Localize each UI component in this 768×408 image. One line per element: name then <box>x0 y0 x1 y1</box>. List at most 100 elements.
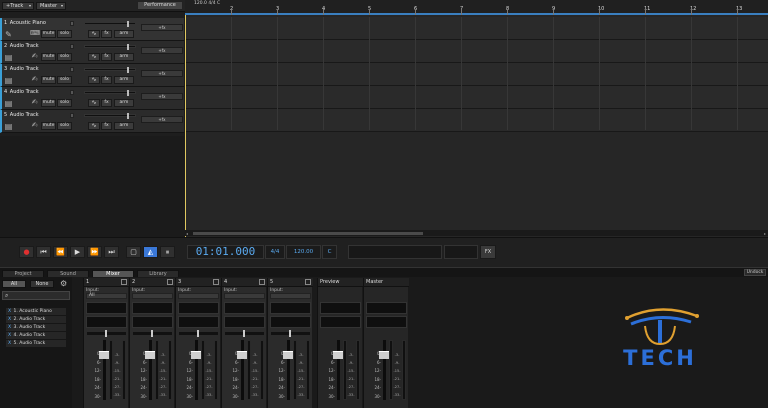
solo-button[interactable]: solo <box>57 30 72 38</box>
solo-button[interactable]: solo <box>57 99 72 107</box>
fast-forward-icon[interactable]: ⏩ <box>87 246 102 258</box>
add-fx-button[interactable]: +fx <box>141 70 183 77</box>
visible-check[interactable]: X <box>8 317 11 322</box>
channel-strip[interactable]: 3Input:0-6-12-18-24-30--3--9--15--21--27… <box>175 278 221 408</box>
go-to-end-icon[interactable]: ⏭ <box>104 246 119 258</box>
scroll-right-icon[interactable]: ▸ <box>764 231 766 236</box>
track-toggle[interactable] <box>70 113 74 118</box>
automation-wave-icon[interactable]: ∿ <box>88 53 100 61</box>
input-select[interactable] <box>270 293 311 299</box>
track-name[interactable]: 5 Audio Track <box>4 112 39 118</box>
strip-checkbox[interactable] <box>259 279 265 285</box>
track-toggle[interactable] <box>70 21 74 26</box>
track-name[interactable]: 2 Audio Track <box>4 43 39 49</box>
wrench-icon[interactable]: ✍ <box>30 121 39 130</box>
track-toggle[interactable] <box>70 90 74 95</box>
rewind-icon[interactable]: ⏪ <box>53 246 68 258</box>
fx-button[interactable]: fx <box>101 76 112 84</box>
fader-handle[interactable] <box>99 351 109 359</box>
track-lane[interactable] <box>185 63 768 86</box>
record-button[interactable]: ● <box>19 246 34 258</box>
gear-icon[interactable]: ⚙ <box>60 279 67 288</box>
send-slot[interactable] <box>86 316 127 328</box>
send-slot[interactable] <box>270 316 311 328</box>
strip-checkbox[interactable] <box>121 279 127 285</box>
performance-button[interactable]: Performance <box>137 1 183 10</box>
tempo-display[interactable]: 120.00 <box>286 245 321 259</box>
search-input[interactable]: ⌕ <box>2 291 70 300</box>
pan-slider[interactable] <box>225 330 264 337</box>
add-fx-button[interactable]: +fx <box>141 24 183 31</box>
input-select[interactable]: All <box>86 293 127 299</box>
insert-slot[interactable] <box>178 302 219 314</box>
channel-strip[interactable]: 4Input:0-6-12-18-24-30--3--9--15--21--27… <box>221 278 267 408</box>
fader-handle[interactable] <box>237 351 247 359</box>
visible-check[interactable]: X <box>8 309 11 314</box>
filter-all-button[interactable]: All <box>2 280 26 288</box>
track-lane[interactable] <box>185 17 768 40</box>
wrench-icon[interactable]: ✍ <box>30 52 39 61</box>
arm-button[interactable]: arm <box>114 99 134 107</box>
track-lane[interactable] <box>185 109 768 132</box>
pan-slider[interactable] <box>271 330 310 337</box>
metronome-icon[interactable]: ◭ <box>143 246 158 258</box>
insert-slot[interactable] <box>132 302 173 314</box>
fader-handle[interactable] <box>283 351 293 359</box>
arrangement-timeline[interactable]: 120.0 4/4 C 2345678910111213 ◂ ▸ <box>185 0 768 237</box>
pan-slider[interactable] <box>133 330 172 337</box>
add-track-dropdown[interactable]: +Track ▾ <box>2 2 34 10</box>
arm-button[interactable]: arm <box>114 122 134 130</box>
wrench-icon[interactable]: ✍ <box>30 98 39 107</box>
volume-fader[interactable] <box>149 340 152 400</box>
pan-handle[interactable] <box>151 330 153 337</box>
insert-slot[interactable] <box>320 302 361 314</box>
pan-handle[interactable] <box>197 330 199 337</box>
input-select[interactable] <box>178 293 219 299</box>
mute-button[interactable]: mute <box>41 76 56 84</box>
mute-button[interactable]: mute <box>41 99 56 107</box>
fader-handle[interactable] <box>333 351 343 359</box>
key-display[interactable]: C <box>322 245 337 259</box>
volume-fader[interactable] <box>287 340 290 400</box>
arm-button[interactable]: arm <box>114 76 134 84</box>
automation-wave-icon[interactable]: ∿ <box>88 30 100 38</box>
insert-slot[interactable] <box>270 302 311 314</box>
mute-button[interactable]: mute <box>41 122 56 130</box>
volume-fader[interactable] <box>103 340 106 400</box>
add-fx-button[interactable]: +fx <box>141 116 183 123</box>
volume-fader[interactable] <box>383 340 386 400</box>
pan-handle[interactable] <box>289 330 291 337</box>
track-toggle[interactable] <box>70 44 74 49</box>
channel-strip[interactable]: 1Input:All0-6-12-18-24-30--3--9--15--21-… <box>83 278 129 408</box>
add-fx-button[interactable]: +fx <box>141 47 183 54</box>
visible-check[interactable]: X <box>8 325 11 330</box>
volume-fader[interactable] <box>195 340 198 400</box>
scroll-left-icon[interactable]: ◂ <box>186 231 188 236</box>
volume-fader[interactable] <box>241 340 244 400</box>
mixer-track-item[interactable]: X 3. Audio Track <box>6 324 66 331</box>
undock-button[interactable]: Undock <box>744 269 766 276</box>
mixer-track-item[interactable]: X 1. Acoustic Piano <box>6 308 66 315</box>
arm-button[interactable]: arm <box>114 53 134 61</box>
pan-handle[interactable] <box>243 330 245 337</box>
solo-button[interactable]: solo <box>57 53 72 61</box>
timeline-ruler[interactable]: 120.0 4/4 C 2345678910111213 <box>185 0 768 15</box>
automation-wave-icon[interactable]: ∿ <box>88 76 100 84</box>
add-fx-button[interactable]: +fx <box>141 93 183 100</box>
time-signature[interactable]: 4/4 <box>265 245 285 259</box>
send-slot[interactable] <box>320 316 361 328</box>
fader-handle[interactable] <box>145 351 155 359</box>
track-name[interactable]: 4 Audio Track <box>4 89 39 95</box>
fx-button[interactable]: fx <box>101 30 112 38</box>
filter-none-button[interactable]: None <box>30 280 54 288</box>
automation-wave-icon[interactable]: ∿ <box>88 99 100 107</box>
strip-checkbox[interactable] <box>167 279 173 285</box>
scrollbar-thumb[interactable] <box>193 232 423 235</box>
solo-button[interactable]: solo <box>57 76 72 84</box>
channel-strip[interactable]: 2Input:0-6-12-18-24-30--3--9--15--21--27… <box>129 278 175 408</box>
send-slot[interactable] <box>132 316 173 328</box>
pencil-icon[interactable]: ✎ <box>4 30 13 39</box>
slider-handle[interactable] <box>127 90 129 96</box>
insert-slot[interactable] <box>366 302 407 314</box>
slider-handle[interactable] <box>127 44 129 50</box>
